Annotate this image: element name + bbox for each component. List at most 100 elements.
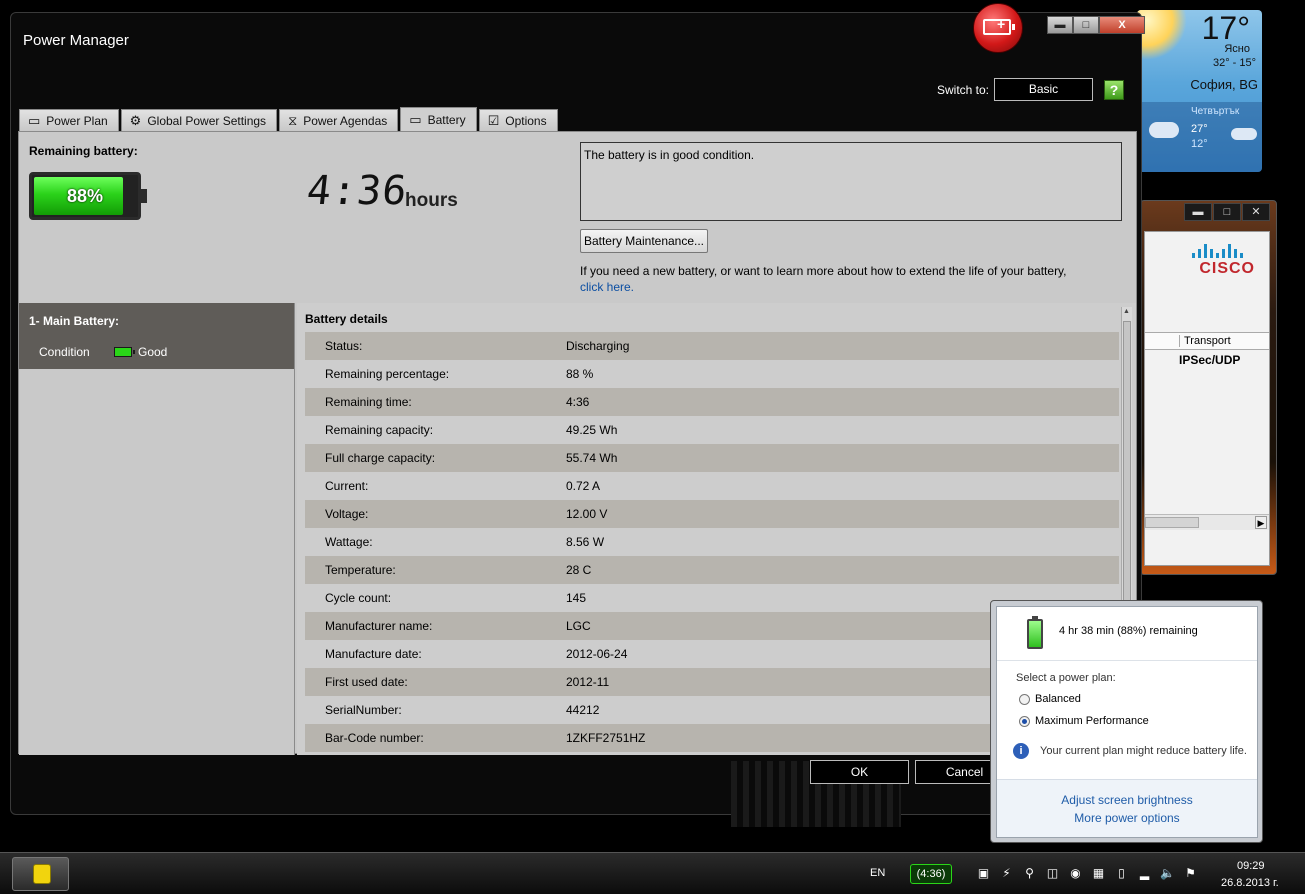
condition-value: Good — [138, 345, 168, 359]
plan-balanced-radio[interactable]: Balanced — [1019, 693, 1081, 705]
help-icon[interactable]: ? — [1104, 80, 1124, 100]
detail-row: Wattage: 8.56 W — [305, 528, 1119, 556]
click-here-link[interactable]: click here. — [580, 280, 634, 294]
forecast-low: 12° — [1191, 138, 1208, 150]
battery-status-box: The battery is in good condition. — [580, 142, 1122, 221]
volume-icon[interactable]: 🔈 — [1160, 866, 1175, 881]
detail-value: 4:36 — [566, 395, 590, 409]
switch-to-label: Switch to: — [937, 83, 990, 97]
globe-icon[interactable]: ◉ — [1068, 866, 1083, 881]
plan-maximum-performance-radio[interactable]: Maximum Performance — [1019, 715, 1149, 727]
detail-key: Status: — [325, 339, 363, 353]
close-button[interactable]: ✕ — [1242, 203, 1270, 221]
clock-time[interactable]: 09:29 — [1237, 860, 1265, 872]
battery-tray-icon[interactable]: ▯ — [1114, 866, 1129, 881]
detail-value: 28 C — [566, 563, 592, 577]
scroll-right-arrow[interactable]: ▶ — [1255, 516, 1267, 529]
scroll-up-arrow[interactable]: ▲ — [1123, 308, 1130, 315]
battery-panel: Remaining battery: 88% 4:36 hours The ba… — [18, 131, 1137, 755]
window-app-icon[interactable]: ◫ — [1045, 866, 1060, 881]
flyout-links-area: Adjust screen brightness More power opti… — [997, 779, 1257, 837]
plan-label: Maximum Performance — [1035, 715, 1149, 727]
tab-battery[interactable]: ▭ Battery — [400, 107, 477, 131]
weather-range: 32° - 15° — [1212, 57, 1256, 69]
close-button[interactable]: X — [1099, 16, 1145, 34]
network-app-icon[interactable]: ▣ — [976, 866, 991, 881]
tab-label: Options — [505, 113, 547, 128]
battery-flyout-content: 4 hr 38 min (88%) remaining Select a pow… — [996, 606, 1258, 838]
detail-key: Bar-Code number: — [325, 731, 424, 745]
ok-button[interactable]: OK — [810, 760, 909, 784]
transport-cell: IPSec/UDP — [1179, 353, 1241, 367]
column-header-transport[interactable]: Transport — [1179, 335, 1231, 347]
cisco-vpn-window[interactable]: ▬ □ ✕ CISCO Transport IPSec/UDP ▶ — [1140, 200, 1277, 575]
window-controls: ▬ □ ✕ — [1184, 203, 1270, 221]
cloud-icon — [1231, 128, 1257, 140]
gear-icon: ⚙ — [129, 112, 142, 128]
minimize-button[interactable]: ▬ — [1047, 16, 1073, 34]
tab-power-plan[interactable]: ▭ Power Plan — [19, 109, 119, 131]
battery-time-indicator[interactable]: (4:36) — [910, 864, 952, 884]
window-controls: ▬ □ X — [1047, 16, 1145, 34]
weather-city: София, BG — [1190, 77, 1258, 92]
flag-icon[interactable]: ⚑ — [1183, 866, 1198, 881]
horizontal-scrollbar[interactable]: ▶ — [1145, 514, 1269, 530]
maximize-button[interactable]: □ — [1213, 203, 1241, 221]
window-title: Power Manager — [23, 32, 129, 49]
detail-row: Full charge capacity: 55.74 Wh — [305, 444, 1119, 472]
battery-icon — [1027, 616, 1043, 649]
signal-icon[interactable]: ▂ — [1137, 866, 1152, 881]
detail-key: Cycle count: — [325, 591, 392, 605]
maximize-button[interactable]: □ — [1073, 16, 1099, 34]
detail-key: Manufacturer name: — [325, 619, 433, 633]
battery-flyout: 4 hr 38 min (88%) remaining Select a pow… — [990, 600, 1263, 843]
detail-row: Temperature: 28 C — [305, 556, 1119, 584]
adjust-brightness-link[interactable]: Adjust screen brightness — [997, 793, 1257, 807]
detail-row: Voltage: 12.00 V — [305, 500, 1119, 528]
main-battery-item[interactable]: 1- Main Battery: Condition Good — [19, 303, 294, 369]
scrollbar-thumb[interactable] — [1123, 321, 1131, 621]
switch-basic-button[interactable]: Basic — [994, 78, 1093, 101]
cloud-icon — [1149, 122, 1179, 138]
battery-list-sidebar: 1- Main Battery: Condition Good — [19, 303, 295, 755]
radio-button-selected[interactable] — [1019, 715, 1030, 727]
detail-value: 55.74 Wh — [566, 451, 618, 465]
clock-date[interactable]: 26.8.2013 г. — [1221, 877, 1279, 889]
battery-maintenance-button[interactable]: Battery Maintenance... — [580, 229, 708, 253]
detail-row: Current: 0.72 A — [305, 472, 1119, 500]
remaining-battery-label: Remaining battery: — [29, 144, 138, 158]
battery-info-text: If you need a new battery, or want to le… — [580, 263, 1120, 295]
tab-options[interactable]: ☑ Options — [478, 109, 558, 131]
more-power-options-link[interactable]: More power options — [997, 811, 1257, 825]
power-app-icon[interactable]: ⚡ — [999, 866, 1014, 881]
detail-key: Remaining time: — [325, 395, 412, 409]
app-icon[interactable]: ▦ — [1091, 866, 1106, 881]
power-plan-icon: ▭ — [28, 112, 41, 128]
detail-key: Manufacture date: — [325, 647, 422, 661]
clock-icon: ⧖ — [288, 112, 298, 128]
battery-badge-icon: + — [973, 3, 1023, 53]
usb-icon[interactable]: ⚲ — [1022, 866, 1037, 881]
detail-key: Remaining percentage: — [325, 367, 450, 381]
plan-label: Balanced — [1035, 693, 1081, 705]
detail-key: First used date: — [325, 675, 408, 689]
forecast-high: 27° — [1191, 123, 1208, 135]
forecast-day: Четвъртък — [1191, 106, 1240, 117]
battery-info-message: If you need a new battery, or want to le… — [580, 264, 1067, 278]
language-indicator[interactable]: EN — [870, 867, 885, 879]
condition-row: Condition Good — [39, 345, 284, 359]
detail-key: Temperature: — [325, 563, 396, 577]
minimize-button[interactable]: ▬ — [1184, 203, 1212, 221]
detail-value: 8.56 W — [566, 535, 605, 549]
scrollbar-thumb[interactable] — [1145, 517, 1199, 528]
lock-icon — [33, 864, 51, 884]
tab-global-power-settings[interactable]: ⚙ Global Power Settings — [120, 109, 278, 131]
taskbar: EN (4:36) ▣ ⚡ ⚲ ◫ ◉ ▦ ▯ ▂ 🔈 ⚑ 09:29 26.8… — [0, 852, 1305, 894]
radio-button[interactable] — [1019, 693, 1030, 705]
taskbar-app-button[interactable] — [12, 857, 69, 891]
main-battery-heading: 1- Main Battery: — [29, 314, 120, 328]
flyout-remaining-text: 4 hr 38 min (88%) remaining — [1059, 625, 1198, 637]
weather-gadget[interactable]: 17° Ясно 32° - 15° София, BG Четвъртък 2… — [1137, 10, 1262, 172]
detail-row: Remaining time: 4:36 — [305, 388, 1119, 416]
tab-power-agendas[interactable]: ⧖ Power Agendas — [279, 109, 399, 131]
